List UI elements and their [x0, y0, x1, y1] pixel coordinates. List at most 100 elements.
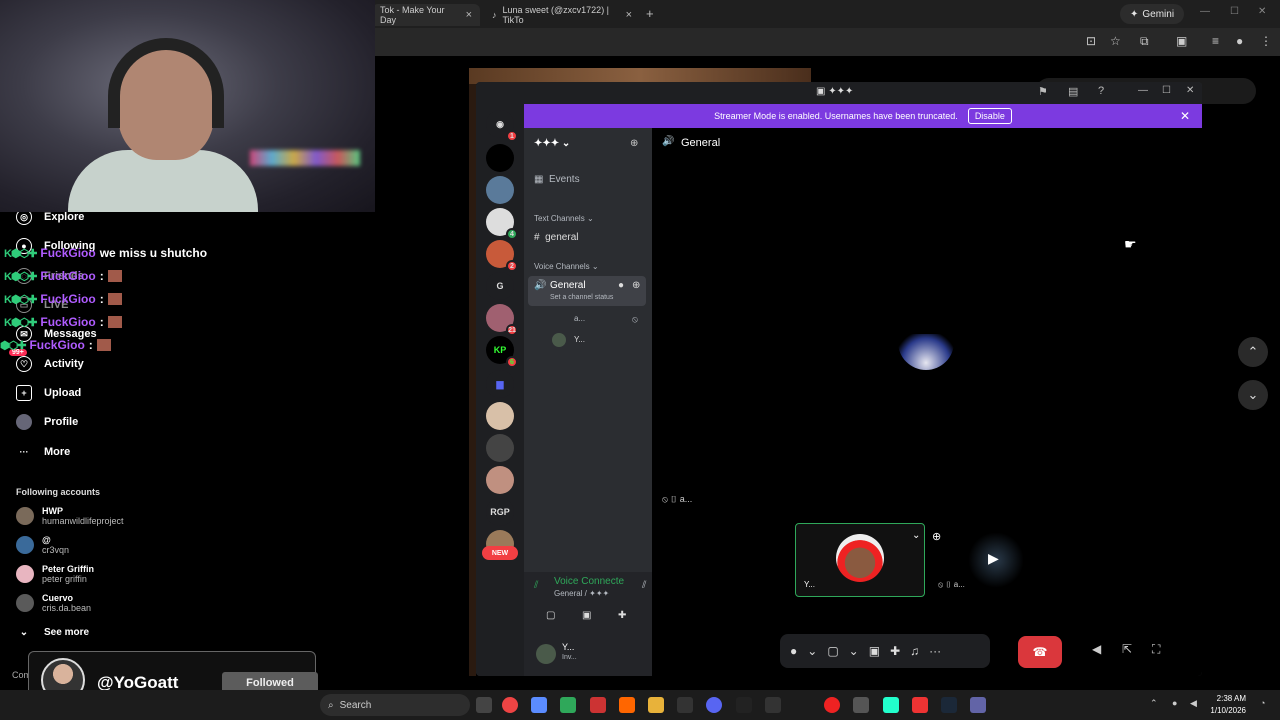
close-icon[interactable]: ×: [466, 9, 472, 21]
app-icon[interactable]: [736, 697, 752, 713]
server-icon[interactable]: [486, 176, 514, 204]
tab-tiktok[interactable]: Tok - Make Your Day ×: [372, 4, 480, 26]
disable-button[interactable]: Disable: [967, 108, 1012, 124]
media-icon[interactable]: ≡: [1212, 34, 1219, 48]
participant-tile[interactable]: Y... ⌄: [795, 523, 925, 597]
nav-more[interactable]: ··· More: [16, 444, 71, 460]
xbox-icon[interactable]: [560, 697, 576, 713]
server-icon[interactable]: 4: [486, 208, 518, 240]
account-item[interactable]: Cuervo cris.da.bean: [16, 593, 91, 613]
server-name[interactable]: ✦✦✦ ⌄: [534, 138, 570, 149]
server-icon[interactable]: [486, 466, 514, 494]
star-icon[interactable]: ☆: [1110, 34, 1121, 48]
folder-icon[interactable]: [648, 697, 664, 713]
account-item[interactable]: @ cr3vqn: [16, 535, 69, 555]
text-channels-header[interactable]: Text Channels ⌄: [534, 214, 594, 223]
voice-user[interactable]: Y...: [574, 335, 585, 344]
gemini-button[interactable]: ✦ Gemini: [1120, 4, 1185, 24]
mic-icon[interactable]: ●: [1172, 698, 1177, 708]
chevron-up-icon[interactable]: ⌃: [1238, 337, 1268, 367]
voice-user[interactable]: a...: [574, 314, 585, 323]
invite-icon[interactable]: ⊕: [630, 138, 638, 149]
notification-icon[interactable]: ◔: [1260, 698, 1265, 708]
account-item[interactable]: HWP humanwildlifeproject: [16, 506, 124, 526]
voice-status[interactable]: Voice Connecte: [554, 576, 624, 587]
end-call-button[interactable]: ☎: [1018, 636, 1062, 668]
close-icon[interactable]: ✕: [1186, 85, 1194, 96]
address-bar[interactable]: ⊡ ☆ ⧉ ▣ ≡ ● ⋮: [372, 28, 1280, 56]
more-icon[interactable]: ···: [929, 644, 941, 658]
camera-off-icon[interactable]: ▢: [546, 610, 555, 621]
minimize-icon[interactable]: —: [1138, 85, 1148, 96]
server-icon[interactable]: 2: [486, 240, 518, 272]
server-icon[interactable]: G: [486, 272, 514, 300]
app-icon[interactable]: [883, 697, 899, 713]
folder-icon[interactable]: ▆: [486, 370, 514, 398]
server-icon[interactable]: RGP: [486, 498, 514, 526]
screen-share-icon[interactable]: ▣: [582, 610, 591, 621]
account-item[interactable]: Peter Griffin peter griffin: [16, 564, 94, 584]
server-icon[interactable]: [486, 144, 514, 172]
teams-icon[interactable]: [970, 697, 986, 713]
camera-off-icon[interactable]: ▢: [827, 644, 838, 658]
maximize-icon[interactable]: ☐: [1162, 85, 1171, 96]
screen-share-icon[interactable]: ▣: [869, 644, 880, 658]
server-icon[interactable]: 21: [486, 304, 518, 336]
tab-luna[interactable]: ♪ Luna sweet (@zxcv1722) | TikTo ×: [484, 4, 640, 26]
close-icon[interactable]: ✕: [1180, 109, 1190, 123]
nav-upload[interactable]: + Upload: [16, 385, 81, 401]
app-icon[interactable]: [853, 697, 869, 713]
opera-icon[interactable]: [824, 697, 840, 713]
chevron-down-icon[interactable]: ⌄: [807, 644, 817, 658]
discord-home-icon[interactable]: ◉ 1: [486, 110, 518, 142]
minimize-icon[interactable]: —: [1200, 6, 1210, 17]
taskbar-search[interactable]: ⌕ Search: [320, 694, 470, 716]
chevron-down-icon[interactable]: ⌄: [912, 530, 920, 541]
events-item[interactable]: ▦ Events: [534, 174, 580, 185]
activities-icon[interactable]: ✚: [618, 610, 626, 621]
sidepanel-icon[interactable]: ▣: [1176, 34, 1187, 48]
brave-icon[interactable]: [619, 697, 635, 713]
nav-profile[interactable]: Profile: [16, 414, 78, 430]
mic-icon[interactable]: ●: [790, 644, 797, 658]
add-user-icon[interactable]: ⊕: [632, 280, 640, 291]
noise-icon[interactable]: ⫽: [642, 580, 646, 591]
chevron-down-icon[interactable]: ⌄: [849, 644, 859, 658]
flag-icon[interactable]: ⚑: [1038, 85, 1048, 98]
voice-channels-header[interactable]: Voice Channels ⌄: [534, 262, 599, 271]
app-icon[interactable]: [590, 697, 606, 713]
copilot-icon[interactable]: [531, 697, 547, 713]
maximize-icon[interactable]: ☐: [1230, 6, 1239, 17]
fullscreen-icon[interactable]: ⛶: [1152, 642, 1160, 657]
voice-channel-general[interactable]: 🔊 General Set a channel status ● ⊕: [528, 276, 646, 306]
popout-icon[interactable]: ⇱: [1122, 642, 1132, 656]
install-icon[interactable]: ⊡: [1086, 34, 1096, 48]
steam-icon[interactable]: [941, 697, 957, 713]
server-icon[interactable]: KP 6: [486, 336, 518, 368]
see-more-link[interactable]: ⌄ See more: [16, 627, 89, 638]
new-tab-button[interactable]: +: [646, 6, 654, 21]
channel-status[interactable]: Set a channel status: [550, 294, 613, 301]
app-icon[interactable]: [677, 697, 693, 713]
username[interactable]: Y...: [562, 642, 574, 652]
close-icon[interactable]: ✕: [1258, 6, 1266, 17]
soundboard-icon[interactable]: ♫: [910, 644, 919, 658]
chat-icon[interactable]: ●: [618, 280, 624, 291]
keyboard-icon[interactable]: [765, 697, 781, 713]
camera-tile[interactable]: ▶: [968, 532, 1024, 588]
channel-general[interactable]: # general: [534, 232, 578, 243]
close-icon[interactable]: ×: [626, 9, 632, 21]
chevron-down-icon[interactable]: ⌄: [1238, 380, 1268, 410]
discord-icon[interactable]: [706, 697, 722, 713]
profile-icon[interactable]: ●: [1236, 34, 1243, 48]
taskview-icon[interactable]: [476, 697, 492, 713]
clock[interactable]: 2:38 AM 1/10/2026: [1200, 693, 1246, 717]
chevron-up-icon[interactable]: ⌃: [1150, 698, 1158, 709]
menu-icon[interactable]: ⋮: [1260, 34, 1272, 48]
volume-icon[interactable]: ◀: [1190, 698, 1197, 709]
volume-icon[interactable]: ◀: [1092, 642, 1101, 656]
inbox-icon[interactable]: ▤: [1068, 85, 1078, 98]
activities-icon[interactable]: ✚: [890, 644, 900, 658]
app-icon[interactable]: [912, 697, 928, 713]
server-icon[interactable]: [486, 402, 514, 430]
